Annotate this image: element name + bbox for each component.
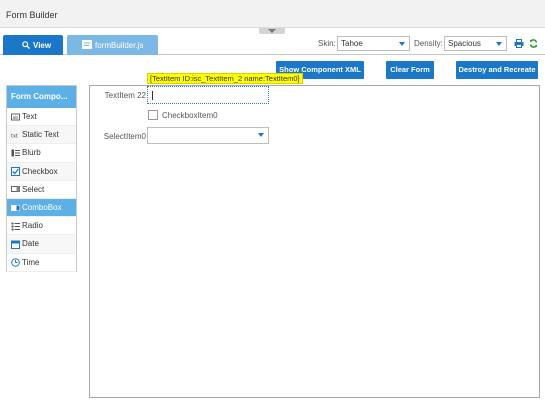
svg-text:ab: ab xyxy=(13,115,19,121)
clear-form-button[interactable]: Clear Form xyxy=(386,61,434,79)
palette-item-static-text[interactable]: txt Static Text xyxy=(7,126,76,145)
app-title: Form Builder xyxy=(6,10,58,20)
combobox-icon xyxy=(11,204,20,212)
palette-item-label: Blurb xyxy=(22,148,41,158)
palette-item-checkbox[interactable]: Checkbox xyxy=(7,162,76,181)
skin-label: Skin: xyxy=(318,39,336,48)
blurb-icon xyxy=(11,149,20,157)
app-header: Form Builder xyxy=(0,0,545,28)
palette-item-label: Static Text xyxy=(22,130,59,140)
chevron-down-icon xyxy=(268,29,276,33)
refresh-icon[interactable] xyxy=(529,39,538,48)
palette-item-radio[interactable]: Radio xyxy=(7,217,76,236)
palette-item-label: Time xyxy=(22,257,40,267)
checkbox-item-label[interactable]: CheckboxItem0 xyxy=(162,111,218,120)
palette-item-label: Date xyxy=(22,239,39,249)
checkbox-item-box[interactable] xyxy=(148,110,158,120)
tab-formbuilder-js[interactable]: formBuilder.js xyxy=(67,35,158,55)
tab-view[interactable]: View xyxy=(3,35,63,55)
date-icon xyxy=(11,240,20,249)
palette-item-label: Checkbox xyxy=(22,166,58,176)
static-text-icon: txt xyxy=(11,131,20,139)
item-id-tooltip: [TextItem ID:isc_TextItem_2 name:TextIte… xyxy=(147,73,303,84)
caret-down-icon xyxy=(399,42,405,46)
select-icon xyxy=(11,185,20,193)
checkbox-icon xyxy=(11,167,20,177)
palette-item-label: ComboBox xyxy=(22,203,62,213)
palette-header[interactable]: Form Compo... xyxy=(7,86,76,108)
density-select[interactable]: Spacious xyxy=(444,36,507,51)
time-icon xyxy=(11,258,20,267)
palette-item-label: Radio xyxy=(22,221,43,231)
form-components-palette: Form Compo... ab Text txt Static Text Bl… xyxy=(6,85,77,272)
palette-item-time[interactable]: Time xyxy=(7,254,76,272)
palette-item-text[interactable]: ab Text xyxy=(7,108,76,127)
text-item-label: TextItem 22 xyxy=(104,91,146,100)
density-select-value: Spacious xyxy=(448,39,481,48)
caret-down-icon xyxy=(496,42,502,46)
skin-select[interactable]: Tahoe xyxy=(337,36,410,51)
palette-item-label: Select xyxy=(22,184,45,194)
text-cursor xyxy=(152,91,153,100)
svg-text:txt: txt xyxy=(11,133,18,139)
text-item-input[interactable] xyxy=(147,86,269,104)
select-item-label: SelectItem0 xyxy=(103,132,146,141)
skin-select-value: Tahoe xyxy=(341,39,363,48)
palette-item-combobox[interactable]: ComboBox xyxy=(7,198,76,218)
tab-file-label: formBuilder.js xyxy=(95,40,144,50)
collapse-header-handle[interactable] xyxy=(259,28,285,34)
destroy-recreate-button[interactable]: Destroy and Recreate xyxy=(456,61,538,79)
file-icon xyxy=(82,40,92,49)
radio-icon xyxy=(11,222,20,231)
search-icon xyxy=(22,41,30,49)
palette-item-date[interactable]: Date xyxy=(7,235,76,254)
caret-down-icon xyxy=(258,133,264,137)
density-label: Density: xyxy=(414,39,443,48)
palette-item-label: Text xyxy=(22,112,37,122)
print-icon[interactable] xyxy=(514,39,524,48)
palette-item-blurb[interactable]: Blurb xyxy=(7,144,76,163)
text-field-icon: ab xyxy=(11,113,20,121)
palette-item-select[interactable]: Select xyxy=(7,181,76,199)
select-item-input[interactable] xyxy=(147,127,269,144)
